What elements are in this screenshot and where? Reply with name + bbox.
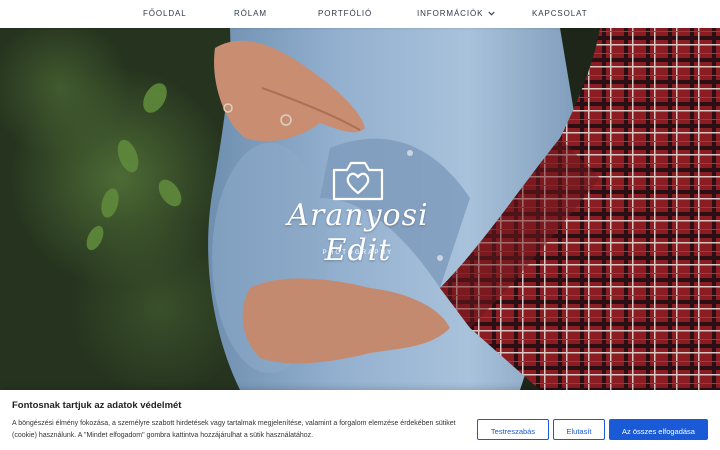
brand-logo-tagline: PHOTOGRAPHY	[322, 250, 394, 256]
chevron-down-icon	[488, 0, 495, 28]
nav-item-information-label: INFORMÁCIÓK	[417, 9, 484, 19]
accept-all-button[interactable]: Az összes elfogadása	[609, 419, 708, 440]
nav-item-portfolio[interactable]: PORTFÓLIÓ	[318, 0, 372, 28]
brand-logo[interactable]: Aranyosi Edit PHOTOGRAPHY	[268, 158, 448, 268]
reject-button[interactable]: Elutasít	[553, 419, 605, 440]
hero-section: Aranyosi Edit PHOTOGRAPHY	[0, 28, 720, 390]
customize-button[interactable]: Testreszabás	[477, 419, 549, 440]
camera-heart-icon	[332, 161, 384, 201]
nav-item-contact[interactable]: KAPCSOLAT	[532, 0, 588, 28]
consent-title: Fontosnak tartjuk az adatok védelmét	[12, 400, 182, 411]
top-navigation: FŐOLDAL RÓLAM PORTFÓLIÓ INFORMÁCIÓK KAPC…	[0, 0, 720, 28]
cookie-consent-banner: Fontosnak tartjuk az adatok védelmét A b…	[0, 390, 720, 450]
consent-description: A böngészési élmény fokozása, a személyr…	[12, 420, 456, 439]
nav-item-about[interactable]: RÓLAM	[234, 0, 267, 28]
brand-logo-script: Aranyosi Edit	[287, 198, 429, 268]
nav-item-home[interactable]: FŐOLDAL	[143, 0, 187, 28]
nav-item-information[interactable]: INFORMÁCIÓK	[417, 0, 495, 28]
